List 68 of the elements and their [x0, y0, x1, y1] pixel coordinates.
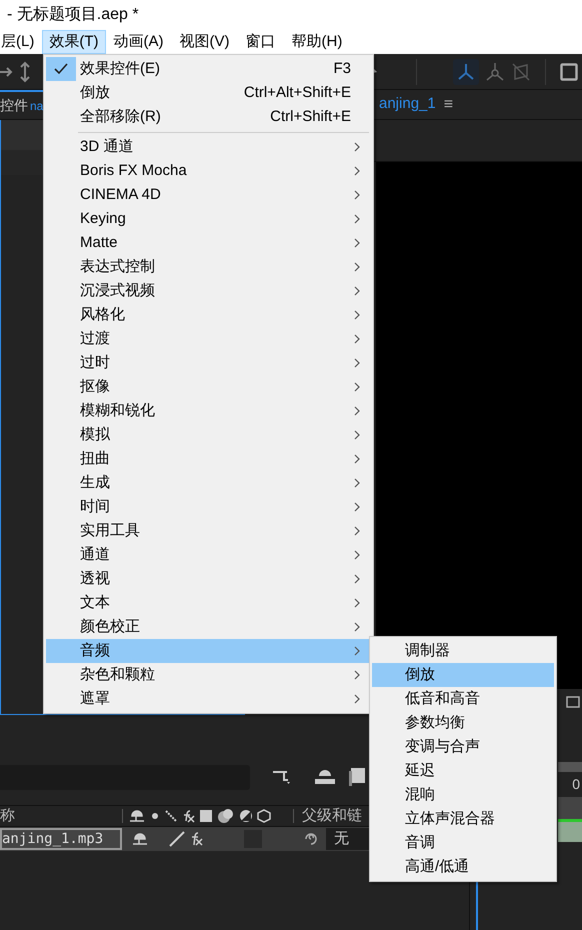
column-header: 称 — [0, 806, 16, 826]
menu-item[interactable]: 参数均衡 — [372, 711, 554, 735]
axis-world-icon[interactable] — [485, 62, 505, 82]
layer-name-field[interactable]: anjing_1.mp3 — [0, 828, 122, 850]
menu-item[interactable]: 高通/低通 — [372, 855, 554, 879]
menu-item[interactable]: 遮罩 — [46, 687, 371, 711]
menu-item[interactable]: Keying — [46, 207, 371, 231]
menubar-item[interactable]: 帮助(H) — [284, 30, 350, 54]
film-icon[interactable] — [348, 767, 366, 787]
menu-item[interactable]: 过渡 — [46, 327, 371, 351]
menu-item[interactable]: 立体声混合器 — [372, 807, 554, 831]
quality-slash-icon[interactable] — [168, 830, 186, 848]
panel-tab-link[interactable]: na — [30, 96, 44, 114]
fx-icon — [181, 809, 195, 823]
menubar-item[interactable]: 视图(V) — [172, 30, 238, 54]
menu-item[interactable]: 效果控件(E) F3 — [46, 57, 371, 81]
menubar-item[interactable]: 窗口 — [238, 30, 284, 54]
menu-item[interactable]: 过时 — [46, 351, 371, 375]
menu-item[interactable]: 实用工具 — [46, 519, 371, 543]
menu-item[interactable]: 音频 — [46, 639, 371, 663]
viewer-option-icon[interactable] — [566, 695, 580, 709]
menu-item[interactable]: 变调与合声 — [372, 735, 554, 759]
menu-item[interactable]: 低音和高音 — [372, 687, 554, 711]
window-icon[interactable] — [560, 62, 578, 80]
menu-item[interactable]: 延迟 — [372, 759, 554, 783]
flowchart-icon[interactable] — [272, 768, 292, 786]
menu-item[interactable]: 倒放 Ctrl+Alt+Shift+E — [46, 81, 371, 105]
menu-item[interactable]: 表达式控制 — [46, 255, 371, 279]
axis-local-button[interactable] — [453, 58, 479, 84]
menu-item[interactable]: CINEMA 4D — [46, 183, 371, 207]
menu-item[interactable]: 透视 — [46, 567, 371, 591]
menu-item[interactable]: 倒放 — [372, 663, 554, 687]
menu-item[interactable]: 混响 — [372, 783, 554, 807]
panel-tab[interactable]: 控件 — [0, 95, 28, 116]
shy-column-icon — [129, 809, 145, 823]
window-title: - 无标题项目.aep * — [7, 5, 139, 25]
menu-item[interactable]: Boris FX Mocha — [46, 159, 371, 183]
overlapping-circles-icon — [217, 808, 235, 824]
menubar-item[interactable]: 效果(T) — [42, 30, 106, 54]
menu-item[interactable]: 扭曲 — [46, 447, 371, 471]
half-circle-icon — [239, 809, 253, 823]
menu-item[interactable]: 全部移除(R) Ctrl+Shift+E — [46, 105, 371, 129]
column-header: 父级和链 — [302, 806, 362, 826]
shy-layer-icon[interactable] — [314, 768, 336, 786]
menu-item[interactable]: 通道 — [46, 543, 371, 567]
menu-item[interactable]: 文本 — [46, 591, 371, 615]
menubar-item[interactable]: 动画(A) — [106, 30, 172, 54]
panel-tab[interactable]: anjing_1 — [379, 93, 436, 116]
menu-icon[interactable]: ≡ — [444, 92, 454, 116]
menu-item[interactable]: Matte — [46, 231, 371, 255]
layer-range-line — [558, 819, 582, 822]
cube-icon — [257, 809, 271, 823]
menu-item[interactable]: 调制器 — [372, 639, 554, 663]
menu-item[interactable]: 模拟 — [46, 423, 371, 447]
vertical-arrows-icon[interactable] — [18, 60, 32, 82]
shy-layer-icon[interactable] — [132, 832, 148, 846]
menu-item[interactable]: 抠像 — [46, 375, 371, 399]
menu-item[interactable]: 时间 — [46, 495, 371, 519]
menu-item[interactable]: 颜色校正 — [46, 615, 371, 639]
menu-item[interactable]: 沉浸式视频 — [46, 279, 371, 303]
menu-item[interactable]: 模糊和锐化 — [46, 399, 371, 423]
menu-item[interactable]: 风格化 — [46, 303, 371, 327]
menu-item[interactable]: 生成 — [46, 471, 371, 495]
menu-item[interactable]: 3D 通道 — [46, 135, 371, 159]
dotted-slash-icon — [165, 810, 177, 822]
menu-item[interactable]: 杂色和颗粒 — [46, 663, 371, 687]
time-ruler-label: 0 — [572, 775, 580, 794]
menubar-item[interactable]: 层(L) — [0, 30, 42, 54]
